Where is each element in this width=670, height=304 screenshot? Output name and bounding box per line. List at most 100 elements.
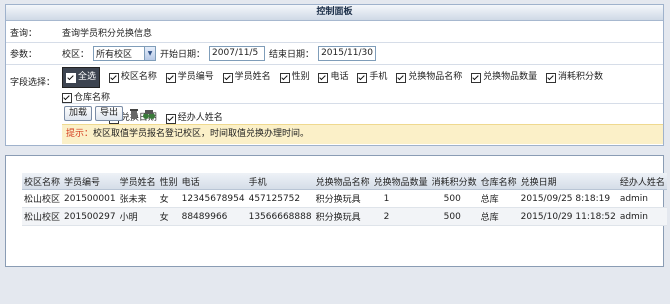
checkbox-icon <box>66 72 76 83</box>
load-button[interactable]: 加载 <box>64 106 93 121</box>
table-cell: 小明 <box>117 207 158 226</box>
col-header[interactable]: 经办人姓名 <box>617 173 667 190</box>
table-cell: 500 <box>429 189 479 208</box>
table-cell: 1 <box>371 189 430 208</box>
field-checkbox[interactable]: 消耗积分数 <box>546 69 603 86</box>
col-header[interactable]: 电话 <box>179 173 247 190</box>
result-panel: 校区名称 学员编号 学员姓名 性别 电话 手机 兑换物品名称 兑换物品数量 消耗… <box>5 155 667 267</box>
action-bar: 加载 导出 <box>64 106 156 121</box>
field-label: 校区名称 <box>120 72 157 82</box>
query-value: 查询学员积分兑换信息 <box>62 28 153 39</box>
table-cell: 2015/10/29 11:18:52 <box>518 207 618 226</box>
field-label: 消耗积分数 <box>558 72 604 82</box>
fields-label: 字段选择： <box>10 78 56 88</box>
query-label: 查询： <box>10 28 38 39</box>
checkbox-icon <box>279 72 290 83</box>
select-all-checkbox[interactable]: 全选 <box>62 67 101 88</box>
chevron-down-icon[interactable]: ▼ <box>144 46 156 60</box>
table-cell: 12345678954 <box>179 189 247 208</box>
field-label: 学员姓名 <box>234 72 271 82</box>
col-header[interactable]: 兑换物品数量 <box>371 173 430 190</box>
col-header[interactable]: 消耗积分数 <box>429 173 479 190</box>
checkbox-icon <box>165 72 176 83</box>
checkbox-icon <box>108 72 119 83</box>
field-label: 电话 <box>330 72 349 82</box>
table-cell: 457125752 <box>246 189 314 208</box>
field-label: 学员编号 <box>177 72 214 82</box>
control-panel: 控制面板 查询： 查询学员积分兑换信息 参数： 校区： 所有校区 ▼ 开始日期：… <box>5 4 664 146</box>
table-cell: 2 <box>371 207 430 226</box>
checkbox-icon <box>396 72 407 83</box>
checkbox-icon <box>357 72 368 83</box>
table-cell: 总库 <box>478 207 519 226</box>
table-cell: 积分换玩具 <box>313 189 372 208</box>
result-table-wrap: 校区名称 学员编号 学员姓名 性别 电话 手机 兑换物品名称 兑换物品数量 消耗… <box>22 173 667 226</box>
campus-select[interactable]: 所有校区 ▼ <box>93 45 157 61</box>
table-cell: admin <box>617 189 667 208</box>
col-header[interactable]: 性别 <box>157 173 180 190</box>
table-cell: 松山校区 <box>22 189 63 208</box>
table-cell: 201500297 <box>62 207 118 226</box>
campus-select-value: 所有校区 <box>96 49 133 60</box>
table-cell: admin <box>617 207 667 226</box>
result-table: 校区名称 学员编号 学员姓名 性别 电话 手机 兑换物品名称 兑换物品数量 消耗… <box>22 173 667 226</box>
checkbox-icon <box>546 72 557 83</box>
field-checkbox[interactable]: 校区名称 <box>108 69 157 86</box>
table-cell: 积分换玩具 <box>313 207 372 226</box>
binoculars-icon[interactable] <box>142 108 156 120</box>
checkbox-icon <box>62 93 72 103</box>
tip-bar: 提示：校区取值学员报名登记校区，时间取值兑换办理时间。 <box>62 124 663 144</box>
end-date-label: 结束日期： <box>269 49 315 60</box>
field-label: 兑换物品数量 <box>483 72 538 82</box>
field-checkbox[interactable]: 性别 <box>279 69 310 86</box>
trash-icon[interactable] <box>129 108 139 120</box>
field-checkbox[interactable]: 学员编号 <box>165 69 214 86</box>
table-row[interactable]: 松山校区 201500297 小明 女 88489966 13566668888… <box>22 207 667 226</box>
start-date-input[interactable]: 2007/11/5 <box>209 45 266 61</box>
params-controls: 校区： 所有校区 ▼ 开始日期： 2007/11/5 结束日期： 2015/11… <box>62 45 377 61</box>
field-label: 兑换物品名称 <box>408 72 463 82</box>
field-checkbox[interactable]: 学员姓名 <box>222 69 271 86</box>
tip-label: 提示： <box>66 129 94 139</box>
checkbox-icon <box>471 72 482 83</box>
params-label: 参数： <box>10 49 38 60</box>
table-cell: 201500001 <box>62 189 118 208</box>
query-row: 查询： 查询学员积分兑换信息 <box>6 23 663 41</box>
field-checkbox[interactable]: 兑换物品名称 <box>396 69 462 86</box>
params-row: 参数： 校区： 所有校区 ▼ 开始日期： 2007/11/5 结束日期： 201… <box>6 43 663 63</box>
col-header[interactable]: 校区名称 <box>22 173 63 190</box>
select-all-label: 全选 <box>78 72 97 82</box>
table-cell: 500 <box>429 207 479 226</box>
start-date-label: 开始日期： <box>160 49 206 60</box>
field-checkbox[interactable]: 兑换物品数量 <box>471 69 537 86</box>
field-checkbox[interactable]: 电话 <box>318 69 348 86</box>
table-header-row: 校区名称 学员编号 学员姓名 性别 电话 手机 兑换物品名称 兑换物品数量 消耗… <box>22 173 667 190</box>
panel-title: 控制面板 <box>6 5 663 21</box>
tip-text: 校区取值学员报名登记校区，时间取值兑换办理时间。 <box>93 129 310 139</box>
field-checkbox[interactable]: 手机 <box>357 69 387 86</box>
table-cell: 张未来 <box>117 189 158 208</box>
col-header[interactable]: 兑换物品名称 <box>313 173 372 190</box>
checkbox-icon <box>165 113 176 124</box>
table-cell: 总库 <box>478 189 519 208</box>
divider <box>6 64 663 65</box>
table-cell: 女 <box>157 207 180 226</box>
checkbox-icon <box>222 72 233 83</box>
col-header[interactable]: 学员姓名 <box>117 173 158 190</box>
end-date-input[interactable]: 2015/11/30 <box>318 45 377 61</box>
field-label: 性别 <box>291 72 310 82</box>
field-label: 手机 <box>369 72 388 82</box>
export-button[interactable]: 导出 <box>95 106 124 121</box>
table-cell: 88489966 <box>179 207 247 226</box>
col-header[interactable]: 兑换日期 <box>518 173 618 190</box>
table-cell: 松山校区 <box>22 207 63 226</box>
col-header[interactable]: 仓库名称 <box>478 173 519 190</box>
table-cell: 女 <box>157 189 180 208</box>
table-cell: 2015/09/25 8:18:19 <box>518 189 618 208</box>
col-header[interactable]: 学员编号 <box>62 173 118 190</box>
table-cell: 13566668888 <box>246 207 314 226</box>
divider <box>62 103 663 104</box>
table-row[interactable]: 松山校区 201500001 张未来 女 12345678954 4571257… <box>22 189 667 208</box>
checkbox-icon <box>318 72 329 83</box>
col-header[interactable]: 手机 <box>246 173 314 190</box>
